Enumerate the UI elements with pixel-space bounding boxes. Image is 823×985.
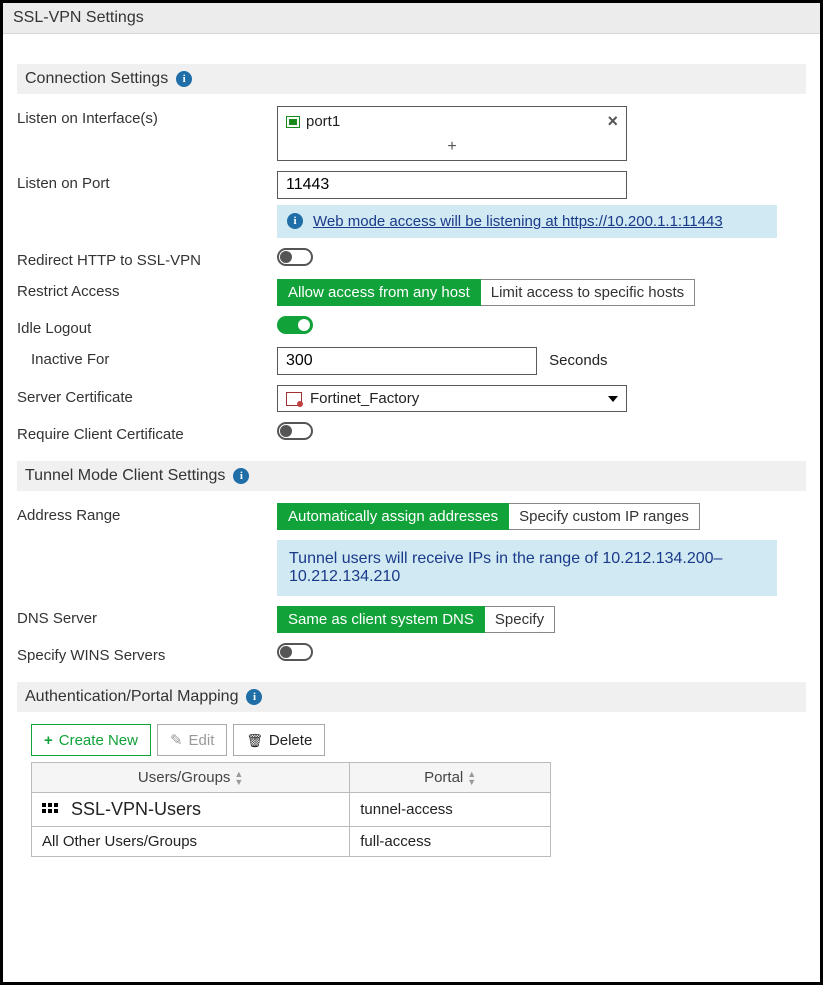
remove-interface-icon[interactable]: × bbox=[607, 111, 618, 132]
dns-server-segmented: Same as client system DNS Specify bbox=[277, 606, 555, 633]
info-icon[interactable]: i bbox=[246, 689, 262, 705]
user-group-cell: All Other Users/Groups bbox=[32, 827, 350, 857]
address-range-custom-option[interactable]: Specify custom IP ranges bbox=[509, 503, 700, 530]
listen-port-label: Listen on Port bbox=[17, 171, 277, 192]
add-interface-button[interactable]: + bbox=[278, 136, 626, 160]
restrict-access-label: Restrict Access bbox=[17, 279, 277, 300]
info-icon: i bbox=[287, 213, 303, 229]
delete-button[interactable]: Delete bbox=[233, 724, 325, 756]
table-row[interactable]: SSL-VPN-Users tunnel-access bbox=[32, 793, 551, 827]
edit-label: Edit bbox=[189, 732, 215, 749]
delete-label: Delete bbox=[269, 732, 312, 749]
server-certificate-select[interactable]: Fortinet_Factory bbox=[277, 385, 627, 412]
page-title: SSL-VPN Settings bbox=[3, 3, 820, 34]
address-range-label: Address Range bbox=[17, 503, 277, 524]
web-mode-info-panel: i Web mode access will be listening at h… bbox=[277, 205, 777, 238]
sort-icon: ▲▼ bbox=[234, 770, 243, 786]
portal-column-header[interactable]: Portal▲▼ bbox=[350, 763, 551, 793]
inactive-for-suffix: Seconds bbox=[549, 348, 607, 369]
specify-wins-label: Specify WINS Servers bbox=[17, 643, 277, 664]
connection-settings-label: Connection Settings bbox=[25, 70, 168, 88]
create-new-label: Create New bbox=[59, 732, 138, 749]
address-range-info-panel: Tunnel users will receive IPs in the ran… bbox=[277, 540, 777, 596]
info-icon[interactable]: i bbox=[233, 468, 249, 484]
dns-specify-option[interactable]: Specify bbox=[485, 606, 555, 633]
sort-icon: ▲▼ bbox=[467, 770, 476, 786]
group-icon bbox=[42, 803, 60, 817]
info-icon[interactable]: i bbox=[176, 71, 192, 87]
address-range-auto-option[interactable]: Automatically assign addresses bbox=[277, 503, 509, 530]
inactive-for-label: Inactive For bbox=[17, 347, 277, 368]
trash-icon bbox=[246, 732, 263, 749]
auth-mapping-label: Authentication/Portal Mapping bbox=[25, 688, 238, 706]
require-client-cert-toggle[interactable] bbox=[277, 422, 313, 440]
pencil-icon bbox=[170, 731, 183, 749]
restrict-any-option[interactable]: Allow access from any host bbox=[277, 279, 481, 306]
create-new-button[interactable]: Create New bbox=[31, 724, 151, 756]
interface-icon bbox=[286, 116, 300, 128]
chevron-down-icon bbox=[608, 396, 618, 402]
listen-interfaces-label: Listen on Interface(s) bbox=[17, 106, 277, 127]
certificate-icon bbox=[286, 392, 302, 406]
connection-settings-header: Connection Settings i bbox=[17, 64, 806, 94]
redirect-http-toggle[interactable] bbox=[277, 248, 313, 266]
tunnel-settings-header: Tunnel Mode Client Settings i bbox=[17, 461, 806, 491]
users-groups-column-header[interactable]: Users/Groups▲▼ bbox=[32, 763, 350, 793]
auth-mapping-table: Users/Groups▲▼ Portal▲▼ SSL-VPN-Users tu bbox=[31, 762, 551, 857]
idle-logout-label: Idle Logout bbox=[17, 316, 277, 337]
address-range-segmented: Automatically assign addresses Specify c… bbox=[277, 503, 700, 530]
interface-name: port1 bbox=[306, 113, 340, 130]
listen-port-input[interactable] bbox=[277, 171, 627, 199]
listen-interfaces-field[interactable]: port1 × + bbox=[277, 106, 627, 161]
table-row[interactable]: All Other Users/Groups full-access bbox=[32, 827, 551, 857]
user-group-cell: SSL-VPN-Users bbox=[71, 799, 201, 819]
server-certificate-value: Fortinet_Factory bbox=[310, 390, 419, 407]
portal-cell: full-access bbox=[350, 827, 551, 857]
dns-same-option[interactable]: Same as client system DNS bbox=[277, 606, 485, 633]
edit-button[interactable]: Edit bbox=[157, 724, 227, 756]
server-certificate-label: Server Certificate bbox=[17, 385, 277, 406]
inactive-for-input[interactable] bbox=[277, 347, 537, 375]
auth-mapping-header: Authentication/Portal Mapping i bbox=[17, 682, 806, 712]
dns-server-label: DNS Server bbox=[17, 606, 277, 627]
restrict-access-segmented: Allow access from any host Limit access … bbox=[277, 279, 695, 306]
require-client-cert-label: Require Client Certificate bbox=[17, 422, 277, 443]
web-mode-link[interactable]: Web mode access will be listening at htt… bbox=[313, 213, 723, 230]
interface-chip: port1 × bbox=[278, 107, 626, 136]
plus-icon bbox=[44, 732, 53, 749]
portal-cell: tunnel-access bbox=[350, 793, 551, 827]
tunnel-settings-label: Tunnel Mode Client Settings bbox=[25, 467, 225, 485]
restrict-specific-option[interactable]: Limit access to specific hosts bbox=[481, 279, 695, 306]
redirect-http-label: Redirect HTTP to SSL-VPN bbox=[17, 248, 277, 269]
idle-logout-toggle[interactable] bbox=[277, 316, 313, 334]
specify-wins-toggle[interactable] bbox=[277, 643, 313, 661]
